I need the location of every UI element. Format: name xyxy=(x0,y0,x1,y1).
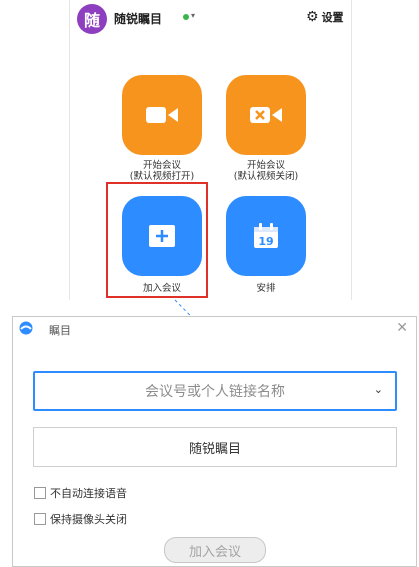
settings-label: 设置 xyxy=(321,11,344,24)
gear-icon: ⚙ xyxy=(306,9,319,25)
app-logo-icon xyxy=(19,321,33,335)
meeting-id-placeholder: 会议号或个人链接名称 xyxy=(145,384,285,400)
join-dialog: 瞩目 ✕ 会议号或个人链接名称 ⌄ 随锐瞩目 不自动连接语音 保持摄像头关闭 加… xyxy=(12,316,417,567)
calendar-day: 19 xyxy=(258,235,273,248)
join-button[interactable]: 加入会议 xyxy=(164,537,266,563)
meeting-id-input[interactable]: 会议号或个人链接名称 ⌄ xyxy=(33,371,397,411)
display-name-field[interactable]: 随锐瞩目 xyxy=(33,427,397,467)
start-meeting-video-on-label: 开始会议 (默认视频打开) xyxy=(129,160,195,182)
checkbox-box[interactable] xyxy=(34,513,46,525)
join-highlight-box xyxy=(106,182,208,298)
video-camera-icon xyxy=(146,107,178,123)
start-meeting-video-off-button[interactable] xyxy=(226,75,306,155)
start-meeting-video-off-label: 开始会议 (默认视频关闭) xyxy=(233,160,299,182)
keep-camera-off-checkbox[interactable]: 保持摄像头关闭 xyxy=(34,511,127,527)
close-icon[interactable]: ✕ xyxy=(396,320,408,336)
no-auto-audio-checkbox[interactable]: 不自动连接语音 xyxy=(34,485,127,501)
dialog-title: 瞩目 xyxy=(49,324,71,337)
checkbox-label: 不自动连接语音 xyxy=(50,487,127,500)
app-name: 随锐瞩目 xyxy=(114,12,163,26)
status-caret-icon[interactable]: ▾ xyxy=(191,11,195,20)
chevron-down-icon[interactable]: ⌄ xyxy=(374,383,383,396)
start-meeting-video-on-button[interactable] xyxy=(122,75,202,155)
schedule-button[interactable]: 19 xyxy=(226,196,306,276)
checkbox-box[interactable] xyxy=(34,487,46,499)
settings-button[interactable]: ⚙ 设置 xyxy=(306,9,344,25)
video-camera-off-icon xyxy=(250,107,282,123)
schedule-label: 安排 xyxy=(256,283,276,294)
calendar-icon: 19 xyxy=(254,223,278,248)
status-dot-icon[interactable] xyxy=(183,14,189,20)
avatar[interactable]: 随 xyxy=(77,4,107,34)
checkbox-label: 保持摄像头关闭 xyxy=(50,513,127,526)
